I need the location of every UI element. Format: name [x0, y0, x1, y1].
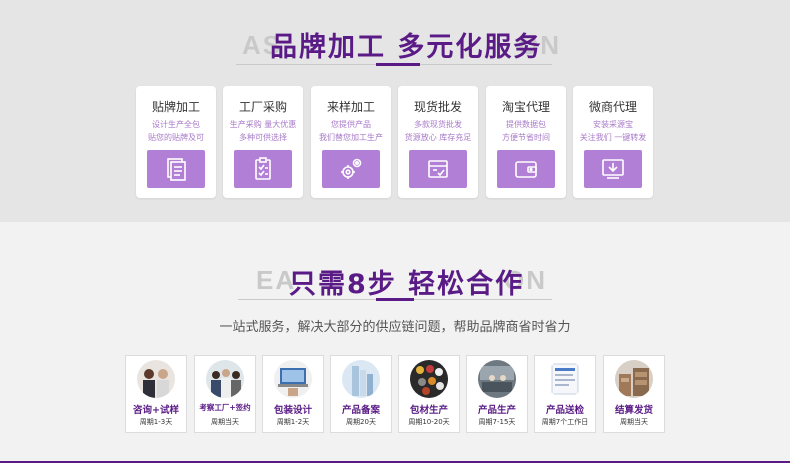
step-title: 包材生产 [409, 405, 448, 416]
step-period: 周期1-2天 [276, 418, 310, 426]
service-title: 现货批发 [413, 100, 462, 114]
step-title: 包装设计 [273, 405, 312, 416]
service-title: 微商代理 [588, 100, 637, 114]
title-accent [376, 298, 414, 301]
step-card-shipping[interactable]: 结算发货 周期当天 [603, 355, 665, 433]
steps-title: 只需8步 轻松合作 [289, 269, 525, 300]
production-photo [478, 360, 516, 398]
service-card-oem[interactable]: 贴牌加工 设计生产全包 贴您的贴牌及可 [136, 86, 216, 198]
step-period: 周期7-15天 [478, 418, 516, 426]
service-title: 淘宝代理 [501, 100, 550, 114]
step-card-design[interactable]: 包装设计 周期1-2天 [262, 355, 324, 433]
download-icon [584, 150, 642, 188]
step-card-filing[interactable]: 产品备案 周期20天 [330, 355, 392, 433]
step-title: 考察工厂+签约 [199, 403, 251, 412]
step-title: 咨询+试样 [133, 405, 179, 416]
step-title: 产品送检 [545, 405, 584, 416]
step-period: 周期当天 [620, 418, 648, 426]
filing-photo [342, 360, 380, 398]
step-card-inspect[interactable]: 考察工厂+签约 周期当天 [194, 355, 256, 433]
step-card-packaging[interactable]: 包材生产 周期10-20天 [398, 355, 460, 433]
step-card-production[interactable]: 产品生产 周期7-15天 [466, 355, 528, 433]
design-photo [274, 360, 312, 398]
service-card-wechat[interactable]: 微商代理 安装采源宝 关注我们 一键转发 [573, 86, 653, 198]
box-check-icon [409, 150, 467, 188]
service-desc: 生产采购 量大优惠 多种可供选择 [229, 120, 297, 142]
step-title: 结算发货 [614, 405, 653, 416]
service-title: 来样加工 [326, 100, 375, 114]
shipping-photo [615, 360, 653, 398]
service-desc: 您提供产品 我们替您加工生产 [319, 120, 383, 142]
title-accent [376, 63, 420, 66]
steps-subtitle: 一站式服务，解决大部分的供应链问题，帮助品牌商省时省力 [219, 320, 571, 335]
step-card-consult[interactable]: 咨询+试样 周期1-3天 [125, 355, 187, 433]
inspection-photo [546, 360, 584, 398]
service-card-factory[interactable]: 工厂采购 生产采购 量大优惠 多种可供选择 [223, 86, 303, 198]
step-title: 产品备案 [341, 405, 380, 416]
step-period: 周期10-20天 [408, 418, 450, 426]
document-stack-icon [147, 150, 205, 188]
steps-section [0, 222, 790, 463]
service-title: 工厂采购 [238, 100, 287, 114]
clipboard-check-icon [234, 150, 292, 188]
gears-icon [322, 150, 380, 188]
services-title: 品牌加工 多元化服务 [270, 32, 543, 63]
packaging-photo [410, 360, 448, 398]
step-period: 周期20天 [346, 418, 376, 426]
step-period: 周期1-3天 [139, 418, 173, 426]
step-period: 周期当天 [211, 418, 239, 426]
service-card-wholesale[interactable]: 现货批发 多款现货批发 货源放心 库存充足 [398, 86, 478, 198]
step-period: 周期7个工作日 [541, 418, 589, 426]
service-desc: 多款现货批发 货源放心 库存充足 [404, 120, 472, 142]
service-desc: 设计生产全包 贴您的贴牌及可 [148, 120, 204, 142]
wallet-icon [497, 150, 555, 188]
step-card-inspection[interactable]: 产品送检 周期7个工作日 [534, 355, 596, 433]
service-desc: 安装采源宝 关注我们 一键转发 [579, 120, 647, 142]
service-title: 贴牌加工 [151, 100, 200, 114]
step-title: 产品生产 [477, 405, 516, 416]
inspect-photo [206, 360, 244, 398]
service-card-taobao[interactable]: 淘宝代理 提供数据包 方便节省时间 [486, 86, 566, 198]
service-card-sample[interactable]: 来样加工 您提供产品 我们替您加工生产 [311, 86, 391, 198]
consult-photo [137, 360, 175, 398]
service-desc: 提供数据包 方便节省时间 [502, 120, 550, 142]
